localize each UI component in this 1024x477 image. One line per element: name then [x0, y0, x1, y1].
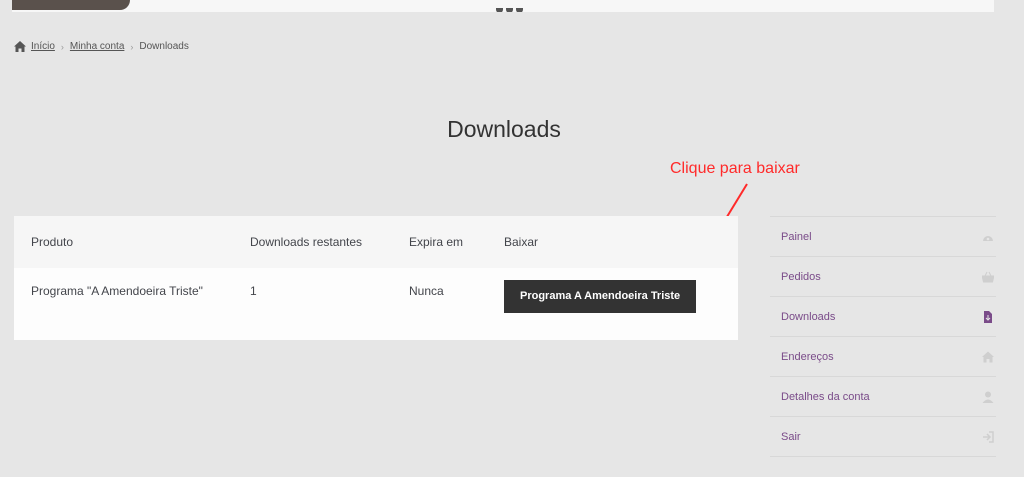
expires-value: Nunca: [409, 268, 504, 340]
page-title: Downloads: [447, 116, 561, 142]
nav-item-painel[interactable]: Painel: [770, 216, 996, 256]
header-product: Produto: [14, 216, 250, 268]
nav-item-pedidos[interactable]: Pedidos: [770, 256, 996, 296]
nav-item-label: Detalhes da conta: [781, 390, 870, 403]
breadcrumb-account-link[interactable]: Minha conta: [70, 41, 124, 52]
dashboard-icon: [983, 235, 993, 241]
nav-item-label: Endereços: [781, 350, 834, 363]
nav-item-enderecos[interactable]: Endereços: [770, 336, 996, 376]
nav-item-downloads[interactable]: Downloads: [770, 296, 996, 336]
downloads-remaining: 1: [250, 268, 409, 340]
account-navigation: Painel Pedidos Downloads Endereços Detal…: [770, 216, 996, 457]
nav-item-label: Painel: [781, 230, 812, 243]
product-name: Programa "A Amendoeira Triste": [14, 268, 250, 340]
home-icon: [14, 41, 26, 52]
file-icon: [984, 310, 992, 323]
nav-item-label: Pedidos: [781, 270, 821, 283]
breadcrumb-separator-icon: ›: [130, 41, 134, 52]
nav-item-label: Downloads: [781, 310, 836, 323]
nav-item-detalhes-conta[interactable]: Detalhes da conta: [770, 376, 996, 416]
nav-item-label: Sair: [781, 430, 801, 443]
header-remaining: Downloads restantes: [250, 216, 409, 268]
breadcrumb: Início › Minha conta › Downloads: [14, 41, 189, 52]
user-icon: [982, 391, 994, 403]
breadcrumb-home-link[interactable]: Início: [31, 41, 55, 52]
banner-image: [12, 0, 130, 10]
breadcrumb-current: Downloads: [139, 41, 189, 52]
downloads-table: Produto Downloads restantes Expira em Ba…: [14, 216, 738, 340]
table-row: Programa "A Amendoeira Triste" 1 Nunca P…: [14, 268, 738, 340]
basket-icon: [982, 271, 994, 282]
header-download: Baixar: [504, 216, 738, 268]
top-banner: [12, 0, 994, 12]
table-header-row: Produto Downloads restantes Expira em Ba…: [14, 216, 738, 268]
breadcrumb-separator-icon: ›: [60, 41, 64, 52]
download-button[interactable]: Programa A Amendoeira Triste: [504, 280, 697, 313]
nav-item-sair[interactable]: Sair: [770, 416, 996, 457]
banner-decoration: [496, 0, 536, 12]
download-cell: Programa A Amendoeira Triste: [504, 268, 738, 340]
logout-icon: [983, 430, 994, 443]
home-icon: [982, 351, 994, 362]
header-expires: Expira em: [409, 216, 504, 268]
annotation-label: Clique para baixar: [670, 160, 800, 177]
